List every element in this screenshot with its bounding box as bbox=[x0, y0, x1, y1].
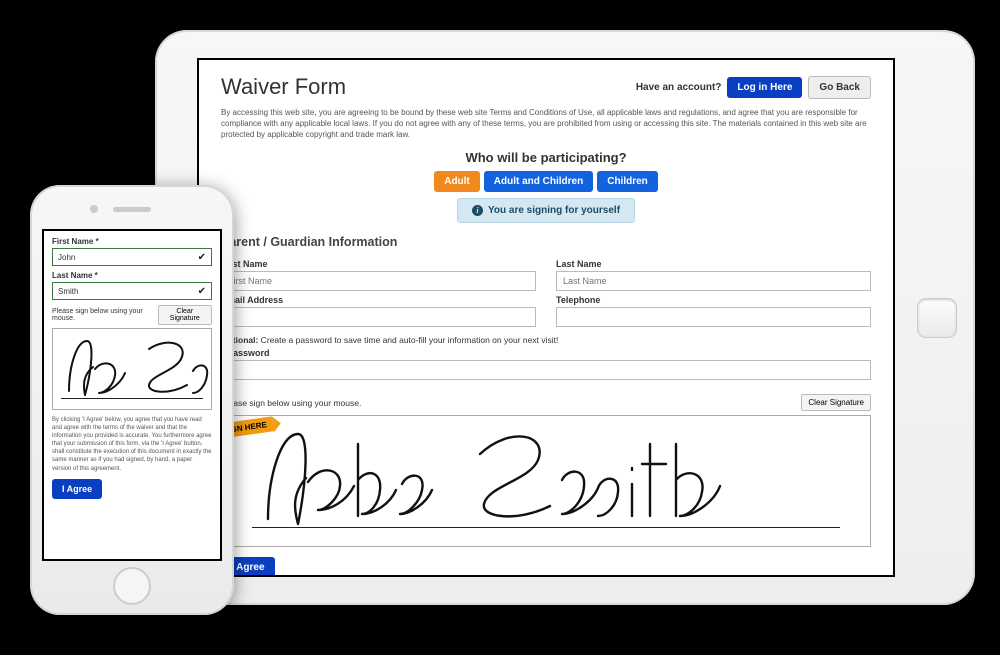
phone-sign-instruction: Please sign below using your mouse. bbox=[52, 308, 158, 322]
tablet-header-row: Waiver Form Have an account? Log in Here… bbox=[221, 74, 871, 100]
password-input[interactable] bbox=[221, 360, 871, 380]
phone-first-name-input[interactable]: John ✔ bbox=[52, 248, 212, 266]
login-button[interactable]: Log in Here bbox=[727, 77, 802, 98]
phone-signature-line bbox=[61, 398, 203, 399]
tab-adult-children[interactable]: Adult and Children bbox=[484, 171, 593, 192]
phone-first-name-value: John bbox=[58, 253, 75, 262]
phone-last-name-value: Smith bbox=[58, 287, 78, 296]
phone-last-name-label: Last Name * bbox=[52, 271, 212, 280]
phone-camera-icon bbox=[90, 205, 98, 213]
phone-speaker-icon bbox=[113, 207, 151, 212]
check-icon: ✔ bbox=[198, 252, 206, 263]
have-account-text: Have an account? bbox=[636, 82, 722, 93]
signing-notice: i You are signing for yourself bbox=[457, 198, 635, 223]
phone-first-name-label: First Name * bbox=[52, 237, 212, 246]
password-label: Password bbox=[227, 348, 871, 358]
optional-note: Optional: Create a password to save time… bbox=[221, 335, 871, 345]
first-name-label: First Name bbox=[221, 259, 536, 269]
phone-signature-pad[interactable] bbox=[52, 328, 212, 410]
last-name-label: Last Name bbox=[556, 259, 871, 269]
telephone-input[interactable] bbox=[556, 307, 871, 327]
email-input[interactable] bbox=[221, 307, 536, 327]
signature-pad[interactable]: SIGN HERE bbox=[221, 415, 871, 547]
tablet-screen: Waiver Form Have an account? Log in Here… bbox=[197, 58, 895, 577]
page-title: Waiver Form bbox=[221, 74, 346, 100]
phone-clear-signature-button[interactable]: Clear Signature bbox=[158, 305, 212, 325]
signature-john-smith bbox=[250, 424, 790, 534]
tab-adult[interactable]: Adult bbox=[434, 171, 480, 192]
first-name-input[interactable] bbox=[221, 271, 536, 291]
email-label: Email Address bbox=[221, 295, 536, 305]
phone-screen: First Name * John ✔ Last Name * Smith ✔ … bbox=[42, 229, 222, 561]
phone-last-name-input[interactable]: Smith ✔ bbox=[52, 282, 212, 300]
info-icon: i bbox=[472, 205, 483, 216]
telephone-label: Telephone bbox=[556, 295, 871, 305]
tablet-home-button[interactable] bbox=[917, 298, 957, 338]
participating-heading: Who will be participating? bbox=[221, 150, 871, 165]
go-back-button[interactable]: Go Back bbox=[808, 76, 871, 99]
signing-notice-text: You are signing for yourself bbox=[488, 205, 620, 216]
check-icon: ✔ bbox=[198, 286, 206, 297]
phone-home-button[interactable] bbox=[113, 567, 151, 605]
last-name-input[interactable] bbox=[556, 271, 871, 291]
terms-text: By accessing this web site, you are agre… bbox=[221, 108, 871, 140]
phone-device: First Name * John ✔ Last Name * Smith ✔ … bbox=[30, 185, 234, 615]
phone-i-agree-button[interactable]: I Agree bbox=[52, 479, 102, 499]
participant-tabs: Adult Adult and Children Children bbox=[221, 171, 871, 192]
tablet-device: Waiver Form Have an account? Log in Here… bbox=[155, 30, 975, 605]
section-heading: Parent / Guardian Information bbox=[221, 235, 871, 249]
phone-signature bbox=[59, 335, 219, 401]
signature-line bbox=[252, 527, 840, 528]
clear-signature-button[interactable]: Clear Signature bbox=[801, 394, 871, 411]
phone-legal-text: By clicking 'I Agree' below, you agree t… bbox=[52, 416, 212, 473]
account-controls: Have an account? Log in Here Go Back bbox=[636, 76, 871, 99]
sign-instruction: Please sign below using your mouse. bbox=[221, 398, 361, 408]
tab-children[interactable]: Children bbox=[597, 171, 658, 192]
